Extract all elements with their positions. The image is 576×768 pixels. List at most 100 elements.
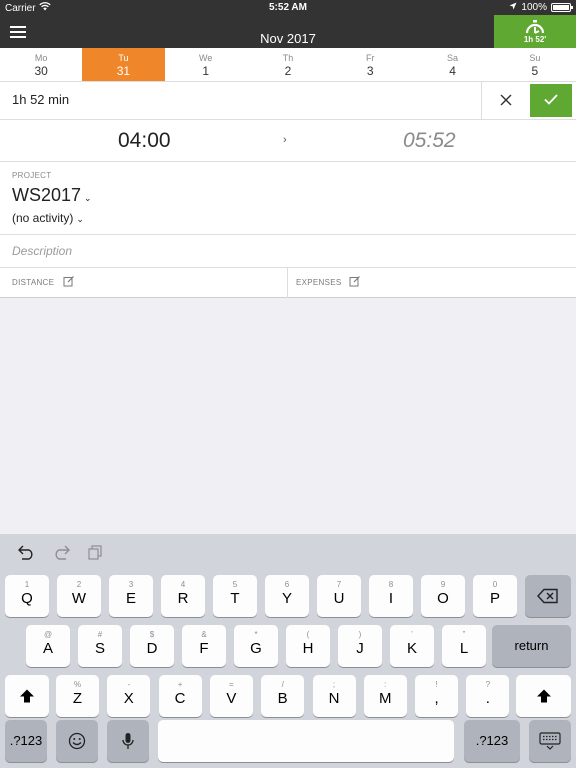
key-alt-char: ) xyxy=(358,630,362,639)
key-e[interactable]: 3E xyxy=(109,575,153,617)
key-s[interactable]: # S xyxy=(78,625,122,667)
key-char: E xyxy=(125,590,136,607)
key-c[interactable]: + C xyxy=(158,675,202,717)
key-alt-char: 5 xyxy=(232,580,238,589)
key-q[interactable]: 1Q xyxy=(5,575,49,617)
space-key[interactable] xyxy=(158,720,454,762)
activity-name: (no activity) xyxy=(12,211,74,225)
key-char: N xyxy=(328,690,340,707)
key-h[interactable]: (H xyxy=(286,625,330,667)
key-t[interactable]: 5T xyxy=(213,575,257,617)
key-m[interactable]: :M xyxy=(363,675,407,717)
key-char: K xyxy=(406,640,417,657)
key-i[interactable]: 8I xyxy=(369,575,413,617)
key-alt-char: ; xyxy=(332,680,336,689)
day-we[interactable]: We 1 xyxy=(165,48,247,81)
end-time[interactable]: 05:52 xyxy=(403,129,456,153)
key-char: S xyxy=(94,640,105,657)
day-sa[interactable]: Sa 4 xyxy=(411,48,493,81)
numbers-key-left[interactable]: .?123 xyxy=(5,720,47,762)
key-alt-char: / xyxy=(281,680,284,689)
shift-icon xyxy=(536,689,551,703)
shift-key-left[interactable] xyxy=(5,675,49,717)
key-alt-char: $ xyxy=(149,630,155,639)
day-mo[interactable]: Mo 30 xyxy=(0,48,82,81)
day-date: 2 xyxy=(284,64,292,78)
key-r[interactable]: 4R xyxy=(161,575,205,617)
shift-key-right[interactable] xyxy=(516,675,571,717)
key-alt-char: 8 xyxy=(388,580,394,589)
day-date: 3 xyxy=(366,64,374,78)
duration-row: 1h 52 min xyxy=(0,82,576,120)
distance-button[interactable]: DISTANCE xyxy=(0,268,288,298)
distance-label: DISTANCE xyxy=(12,278,55,287)
key-alt-char: + xyxy=(177,680,183,689)
paste-icon[interactable] xyxy=(88,545,103,565)
key-char: H xyxy=(302,640,314,657)
redo-icon[interactable] xyxy=(52,545,70,565)
key-char: Y xyxy=(281,590,292,607)
day-fr[interactable]: Fr 3 xyxy=(329,48,411,81)
key-period[interactable]: ?. xyxy=(466,675,510,717)
cancel-button[interactable] xyxy=(481,82,529,119)
return-key[interactable]: return xyxy=(492,625,571,667)
keyboard-toolbar xyxy=(0,534,576,572)
start-time[interactable]: 04:00 xyxy=(118,129,171,153)
empty-content-area xyxy=(0,298,576,534)
key-d[interactable]: $ D xyxy=(130,625,174,667)
hide-keyboard-key[interactable] xyxy=(529,720,571,762)
day-name: We xyxy=(199,53,213,63)
backspace-icon xyxy=(537,588,558,604)
key-v[interactable]: = V xyxy=(209,675,253,717)
numbers-key-right[interactable]: .?123 xyxy=(464,720,520,762)
emoji-key[interactable] xyxy=(56,720,98,762)
day-name: Th xyxy=(282,53,294,63)
key-u[interactable]: 7U xyxy=(317,575,361,617)
activity-selector[interactable]: (no activity) ⌄ xyxy=(12,211,84,225)
key-alt-char: @ xyxy=(43,630,53,639)
location-arrow-icon xyxy=(509,2,517,13)
duration-field[interactable]: 1h 52 min xyxy=(12,92,69,107)
key-alt-char: 9 xyxy=(440,580,446,589)
key-o[interactable]: 9O xyxy=(421,575,465,617)
key-l[interactable]: ” L xyxy=(442,625,486,667)
key-char: X xyxy=(123,690,134,707)
running-timer-button[interactable]: 1h 52' xyxy=(494,15,576,48)
key-char: W xyxy=(71,590,87,607)
key-p[interactable]: 0P xyxy=(473,575,517,617)
key-comma[interactable]: !, xyxy=(415,675,459,717)
key-alt-char: 3 xyxy=(128,580,134,589)
day-su[interactable]: Su 5 xyxy=(494,48,576,81)
day-th[interactable]: Th 2 xyxy=(247,48,329,81)
key-k[interactable]: ’ K xyxy=(390,625,434,667)
key-x[interactable]: -X xyxy=(107,675,151,717)
key-char: M xyxy=(379,690,392,707)
confirm-button[interactable] xyxy=(530,84,572,117)
key-alt-char: 4 xyxy=(180,580,186,589)
key-b[interactable]: / B xyxy=(261,675,305,717)
description-field[interactable]: Description xyxy=(12,244,72,258)
key-char: G xyxy=(250,640,262,657)
key-char: V xyxy=(226,690,237,707)
key-char: J xyxy=(356,640,364,657)
day-tu[interactable]: Tu 31 xyxy=(82,48,165,81)
key-alt-char: ” xyxy=(462,630,466,639)
project-selector[interactable]: WS2017 ⌄ xyxy=(12,185,92,206)
stopwatch-icon xyxy=(525,20,545,34)
dictation-key[interactable] xyxy=(107,720,149,762)
expenses-button[interactable]: EXPENSES xyxy=(288,268,576,298)
key-y[interactable]: 6Y xyxy=(265,575,309,617)
key-n[interactable]: ; N xyxy=(312,675,356,717)
key-z[interactable]: % Z xyxy=(56,675,99,717)
key-w[interactable]: 2W xyxy=(57,575,101,617)
time-entry-screen: Carrier 5:52 AM 100% Nov 2017 1h 52' Mo … xyxy=(0,0,576,768)
key-alt-char: ’ xyxy=(411,630,413,639)
top-bar: Carrier 5:52 AM 100% Nov 2017 1h 52' xyxy=(0,0,576,48)
key-a[interactable]: @ A xyxy=(26,625,70,667)
key-j[interactable]: ) J xyxy=(338,625,382,667)
key-g[interactable]: * G xyxy=(234,625,278,667)
undo-icon[interactable] xyxy=(18,545,36,565)
key-alt-char: : xyxy=(384,680,387,689)
key-f[interactable]: & F xyxy=(182,625,226,667)
delete-key[interactable] xyxy=(525,575,571,617)
